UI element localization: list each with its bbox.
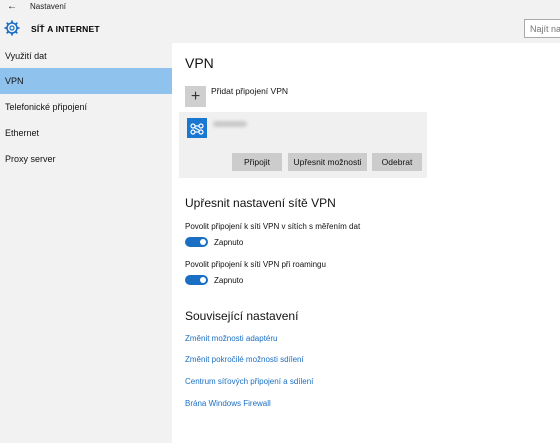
sharing-options-link[interactable]: Změnit pokročilé možnosti sdílení xyxy=(185,355,304,365)
roaming-toggle-state: Zapnuto xyxy=(214,276,244,285)
gear-icon xyxy=(4,20,20,36)
network-center-link[interactable]: Centrum síťových připojení a sdílení xyxy=(185,377,313,387)
metered-toggle-state: Zapnuto xyxy=(214,238,244,247)
back-arrow-icon[interactable]: ← xyxy=(6,1,18,13)
remove-button[interactable]: Odebrat xyxy=(372,153,422,171)
advanced-settings-title: Upřesnit nastavení sítě VPN xyxy=(185,196,336,210)
adapter-options-link[interactable]: Změnit možnosti adaptéru xyxy=(185,334,278,344)
metered-toggle[interactable] xyxy=(185,237,208,247)
main-content: VPN + Přidat připojení VPN Připojit Upře… xyxy=(172,43,560,443)
page-title: SÍŤ A INTERNET xyxy=(31,24,100,34)
sidebar-item-proxy[interactable]: Proxy server xyxy=(0,146,172,172)
window-title: Nastavení xyxy=(30,2,67,11)
vpn-title: VPN xyxy=(185,55,214,71)
connect-button[interactable]: Připojit xyxy=(232,153,282,171)
toggle-knob xyxy=(200,277,206,283)
metered-option-label: Povolit připojení k síti VPN v sítích s … xyxy=(185,222,361,231)
sidebar-item-data-usage[interactable]: Využití dat xyxy=(0,43,172,69)
roaming-toggle[interactable] xyxy=(185,275,208,285)
related-settings-title: Související nastavení xyxy=(185,309,299,323)
firewall-link[interactable]: Brána Windows Firewall xyxy=(185,399,271,409)
plus-icon: + xyxy=(190,88,201,105)
vpn-connection-card[interactable]: Připojit Upřesnit možnosti Odebrat xyxy=(179,112,427,178)
sidebar: Využití dat VPN Telefonické připojení Et… xyxy=(0,43,172,443)
sidebar-item-dial-up[interactable]: Telefonické připojení xyxy=(0,94,172,120)
roaming-option-label: Povolit připojení k síti VPN při roaming… xyxy=(185,260,326,269)
advanced-options-button[interactable]: Upřesnit možnosti xyxy=(288,153,367,171)
search-input[interactable] xyxy=(524,19,560,38)
sidebar-item-ethernet[interactable]: Ethernet xyxy=(0,120,172,146)
vpn-connection-icon xyxy=(187,118,207,138)
header: SÍŤ A INTERNET xyxy=(0,14,560,43)
add-vpn-label[interactable]: Přidat připojení VPN xyxy=(211,86,288,96)
toggle-knob xyxy=(200,239,206,245)
sidebar-item-vpn[interactable]: VPN xyxy=(0,68,172,94)
add-vpn-button[interactable]: + xyxy=(185,86,206,107)
title-bar: ← Nastavení xyxy=(0,0,560,14)
vpn-connection-name xyxy=(213,121,247,127)
